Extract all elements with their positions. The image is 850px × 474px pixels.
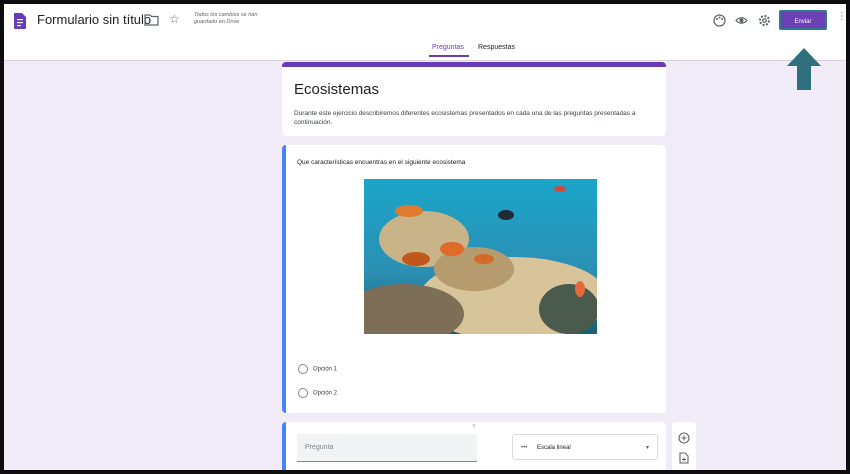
tabs-bar [4,38,846,61]
save-status: Todos los cambios se han guardado en Dri… [194,12,258,25]
option-2[interactable]: Opción 2 [298,388,337,398]
form-description[interactable]: Durante este ejercicio describiremos dif… [294,109,646,127]
question-type-select[interactable]: ••• Escala lineal ▾ [512,434,658,460]
add-question-icon[interactable] [678,432,690,444]
settings-icon[interactable] [758,14,771,27]
linear-scale-icon: ••• [521,445,528,451]
chevron-down-icon: ▾ [645,445,649,451]
tab-respuestas[interactable]: Respuestas [478,44,515,51]
question-type-label: Escala lineal [537,445,571,451]
app-frame: Formulario sin título ☆ Todos los cambio… [4,4,846,470]
option-label: Opción 1 [313,366,338,373]
preview-eye-icon[interactable] [735,14,748,27]
coral-reef-image[interactable] [364,179,597,334]
radio-circle-icon[interactable] [298,388,308,398]
document-icon[interactable] [14,13,26,29]
form-title[interactable]: Ecosistemas [294,81,379,98]
option-1[interactable]: Opción 1 [298,364,337,374]
question-text[interactable]: Que características encuentras en el sig… [297,159,465,166]
option-label: Opción 2 [313,390,338,397]
folder-icon[interactable] [144,14,159,26]
arrow-up-icon [787,48,821,90]
form-title-card: Ecosistemas Durante este ejercicio descr… [282,62,666,136]
form-file-title[interactable]: Formulario sin título [37,12,151,27]
more-vert-icon[interactable]: ⋮ [837,11,846,22]
question-card[interactable]: Que características encuentras en el sig… [282,145,666,413]
import-questions-icon[interactable] [678,452,690,464]
star-icon[interactable]: ☆ [169,12,180,26]
top-bar: Formulario sin título ☆ Todos los cambio… [4,4,846,38]
drag-handle-icon[interactable]: ⠿ [472,424,476,430]
palette-icon[interactable] [713,14,726,27]
question-title-input[interactable]: Pregunta [297,434,477,462]
active-tab-indicator [429,55,469,57]
question-card-editing[interactable]: ⠿ Pregunta ••• Escala lineal ▾ [282,422,666,470]
tab-preguntas[interactable]: Preguntas [432,44,464,51]
floating-toolbar [672,422,696,470]
radio-circle-icon[interactable] [298,364,308,374]
send-button[interactable]: Enviar [779,10,827,30]
